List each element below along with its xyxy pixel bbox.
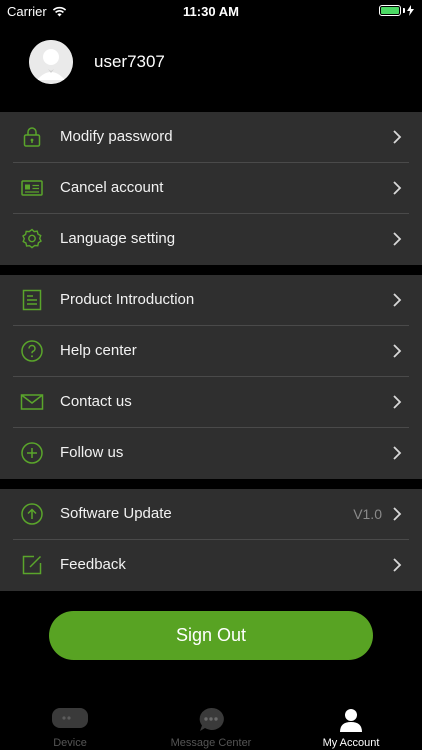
- menu-item-follow-us[interactable]: Follow us: [0, 428, 422, 479]
- username: user7307: [94, 52, 165, 71]
- menu-item-label: Language setting: [60, 230, 176, 247]
- person-icon: [340, 709, 362, 732]
- avatar[interactable]: [29, 40, 73, 84]
- menu-item-software-update[interactable]: Software Update V1.0: [0, 489, 422, 540]
- status-time: 11:30 AM: [183, 4, 239, 19]
- sign-out-button[interactable]: Sign Out: [49, 611, 373, 660]
- tab-message-center[interactable]: Message Center: [141, 700, 281, 750]
- plus-circle-icon: [21, 442, 43, 464]
- settings-group-account: Modify password Cancel account Language …: [0, 112, 422, 265]
- menu-item-modify-password[interactable]: Modify password: [0, 112, 422, 163]
- menu-item-language-setting[interactable]: Language setting: [0, 214, 422, 265]
- lock-icon: [23, 127, 41, 147]
- menu-item-contact-us[interactable]: Contact us: [0, 377, 422, 428]
- chevron-right-icon: [393, 446, 402, 460]
- menu-item-help-center[interactable]: Help center: [0, 326, 422, 377]
- chevron-right-icon: [393, 232, 402, 246]
- chevron-right-icon: [393, 395, 402, 409]
- up-arrow-circle-icon: [21, 503, 43, 525]
- chevron-right-icon: [393, 507, 402, 521]
- menu-item-label: Follow us: [60, 444, 124, 461]
- menu-item-label: Software Update: [60, 505, 172, 522]
- chevron-right-icon: [393, 558, 402, 572]
- menu-item-label: Contact us: [60, 393, 132, 410]
- settings-group-app: Software Update V1.0 Feedback: [0, 489, 422, 591]
- menu-item-label: Help center: [60, 342, 137, 359]
- menu-item-cancel-account[interactable]: Cancel account: [0, 163, 422, 214]
- tab-my-account[interactable]: My Account: [281, 700, 421, 750]
- chevron-right-icon: [393, 344, 402, 358]
- menu-item-label: Feedback: [60, 556, 126, 573]
- tab-label: Message Center: [170, 737, 252, 749]
- mail-icon: [20, 394, 44, 410]
- menu-item-label: Product Introduction: [60, 291, 195, 308]
- id-card-icon: [21, 180, 43, 196]
- tab-bar: Device Message Center My Account: [0, 700, 422, 750]
- device-icon: [52, 708, 88, 728]
- edit-icon: [22, 555, 42, 575]
- document-icon: [22, 289, 42, 311]
- chevron-right-icon: [393, 181, 402, 195]
- gear-icon: [22, 228, 42, 249]
- tab-device[interactable]: Device: [0, 700, 140, 750]
- question-icon: [21, 340, 43, 362]
- chat-bubble-icon: [199, 707, 224, 731]
- menu-item-feedback[interactable]: Feedback: [0, 540, 422, 591]
- charging-bolt-icon: [407, 5, 414, 16]
- version-value: V1.0: [353, 506, 382, 522]
- menu-item-label: Modify password: [60, 128, 173, 145]
- chevron-right-icon: [393, 130, 402, 144]
- menu-item-product-introduction[interactable]: Product Introduction: [0, 275, 422, 326]
- menu-item-label: Cancel account: [60, 179, 164, 196]
- status-bar: Carrier 11:30 AM: [0, 0, 422, 22]
- profile-header: user7307: [0, 22, 422, 112]
- battery-icon: [379, 5, 414, 16]
- tab-label: My Account: [322, 737, 380, 749]
- tab-label: Device: [53, 737, 87, 749]
- settings-group-info: Product Introduction Help center Contact…: [0, 275, 422, 479]
- chevron-right-icon: [393, 293, 402, 307]
